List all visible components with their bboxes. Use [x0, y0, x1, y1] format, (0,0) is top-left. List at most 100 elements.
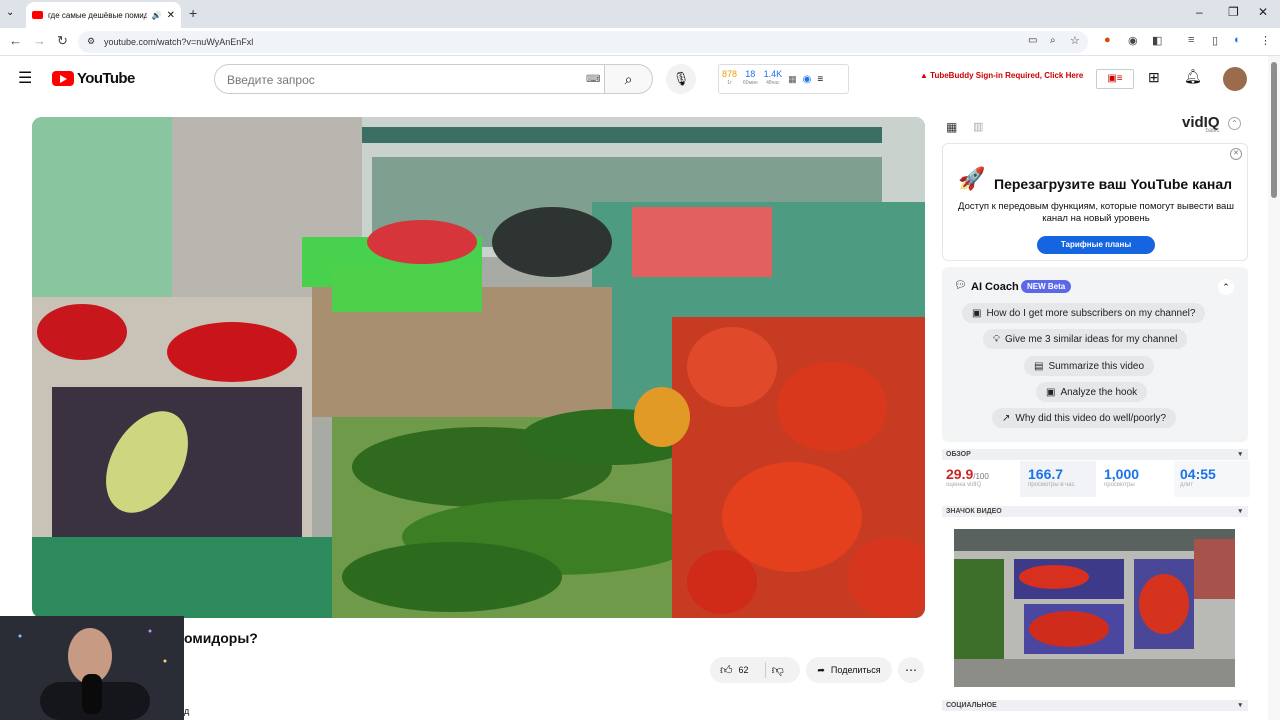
vidiq-logo: vidIQ basic [1182, 114, 1220, 134]
ai-coach-card: 💬︎ AI Coach NEW Beta ⌃ ▣ How do I get mor… [942, 267, 1248, 442]
minimize-icon[interactable]: – [1196, 5, 1203, 19]
profile-icon[interactable]: ◐ [1234, 34, 1241, 46]
keyboard-icon[interactable]: ⌨ [586, 74, 600, 85]
site-info-icon[interactable]: ⚙ [87, 36, 95, 47]
youtube-logo[interactable]: YouTube [52, 70, 135, 87]
list-menu-icon[interactable]: ≡ [817, 74, 823, 85]
zoom-icon[interactable]: ⌕ [1050, 35, 1056, 46]
metric-views-per-hour: 166.7 просмотры в час [1020, 461, 1096, 497]
tubebuddy-notice-text: TubeBuddy Sign-in Required, Click Here [930, 71, 1084, 80]
cast-icon[interactable]: ▭ [1028, 35, 1037, 46]
rocket-icon: 🚀 [958, 166, 986, 191]
stat-48h: 1.4K 48час [763, 69, 783, 87]
audio-icon[interactable]: 🔊 [152, 11, 162, 20]
description-fragment: д [184, 706, 190, 716]
tab-search-icon[interactable]: ⌄ [6, 7, 14, 18]
chrome-menu-icon[interactable]: ⋮ [1260, 34, 1271, 47]
extension-flame-icon[interactable]: ● [1104, 34, 1111, 46]
extension-stats-widget[interactable]: 878 1г 18 60мин 1.4K 48час ▦ ◉ ≡ [718, 64, 849, 94]
metric-views: 1,000 просмотры [1104, 466, 1140, 488]
omnibox[interactable]: ⚙ youtube.com/watch?v=nuWyAnEnFxl ▭ ⌕ ☆ [78, 31, 1088, 53]
search-icon: ⌕ [624, 71, 633, 87]
tab-title: где самые дешёвые помидоры [48, 10, 147, 20]
browser-tab[interactable]: где самые дешёвые помидоры 🔊 ✕ [26, 2, 181, 28]
coach-prompt-ideas[interactable]: 💡︎ Give me 3 similar ideas for my channel [983, 329, 1188, 349]
video-icon: ▣ [972, 307, 982, 319]
page-scrollbar[interactable] [1268, 56, 1280, 720]
back-icon[interactable]: ← [9, 33, 22, 48]
webcam-image [0, 616, 184, 720]
youtube-header: ☰ YouTube Введите запрос ⌨ ⌕ 🎙 878 1г 18 6… [0, 56, 1268, 102]
vidiq-score: 29.9/100 оценка vidIQ [946, 461, 1022, 497]
coach-prompt-hook[interactable]: ▣ Analyze the hook [1036, 382, 1148, 402]
coach-prompt-summarize[interactable]: ▤ Summarize this video [1024, 356, 1155, 376]
promo-title: Перезагрузите ваш YouTube канал [994, 176, 1233, 192]
play-circle-icon[interactable]: ◉ [803, 74, 812, 85]
like-dislike-group: 👍︎ 62 👎︎ [710, 657, 800, 683]
plans-button[interactable]: Тарифные планы [1037, 236, 1155, 254]
youtube-favicon-icon [32, 11, 43, 19]
coach-badge: NEW Beta [1021, 280, 1072, 293]
side-panel-icon[interactable]: ▯ [1212, 34, 1218, 47]
coach-collapse-icon[interactable]: ⌃ [1218, 279, 1234, 295]
video-thumbnail[interactable] [954, 529, 1235, 687]
voice-search-button[interactable]: 🎙 [666, 64, 696, 94]
score-label: оценка vidIQ [946, 482, 982, 488]
tubebuddy-menu-button[interactable]: ▣≡ [1096, 69, 1134, 89]
media-controls-icon[interactable]: ≡ [1188, 34, 1194, 46]
restore-icon[interactable]: ❐ [1228, 5, 1239, 19]
bulb-icon: 💡︎ [993, 333, 1000, 345]
share-button[interactable]: ➦ Поделиться [806, 657, 892, 683]
bookmark-star-icon[interactable]: ☆ [1070, 34, 1080, 47]
thumbnail-header[interactable]: ЗНАЧОК ВИДЕО ▾ [942, 506, 1248, 517]
address-toolbar: ← → ↻ ⚙ youtube.com/watch?v=nuWyAnEnFxl … [0, 28, 1280, 56]
extensions-puzzle-icon[interactable]: ◧ [1152, 34, 1162, 47]
video-frame-image [32, 117, 925, 618]
like-icon[interactable]: 👍︎ [720, 663, 733, 678]
more-actions-button[interactable]: ⋯ [898, 657, 924, 683]
score-value: 29.9 [946, 466, 974, 482]
dislike-icon[interactable]: 👎︎ [772, 663, 784, 678]
reload-icon[interactable]: ↻ [57, 33, 68, 49]
search-input[interactable]: Введите запрос [214, 64, 605, 94]
new-tab-icon[interactable]: + [189, 5, 197, 21]
collapse-panel-icon[interactable]: ⌃ [1228, 117, 1241, 130]
stats-view-icon[interactable]: ▥ [973, 120, 983, 133]
chart-icon[interactable]: ▦ [788, 74, 797, 85]
tubebuddy-signin-link[interactable]: ▲ TubeBuddy Sign-in Required, Click Here [920, 71, 1083, 80]
coach-prompt-performance[interactable]: ↗ Why did this video do well/poorly? [992, 408, 1177, 428]
warning-icon: ▲ [920, 71, 928, 80]
tab-close-icon[interactable]: ✕ [167, 10, 175, 21]
create-video-icon[interactable]: ⊞ [1148, 69, 1160, 86]
close-window-icon[interactable]: ✕ [1258, 5, 1268, 19]
document-icon: ▤ [1034, 360, 1044, 372]
avatar[interactable] [1223, 67, 1247, 91]
share-icon: ➦ [817, 664, 825, 675]
extension-globe-icon[interactable]: ◉ [1128, 34, 1138, 47]
guide-menu-icon[interactable]: ☰ [18, 68, 32, 88]
logo-text: YouTube [77, 70, 135, 87]
vidiq-panel: ▦ ▥ vidIQ basic ⌃ ✕ 🚀 Перезагрузите ваш … [942, 112, 1250, 720]
forward-icon[interactable]: → [33, 33, 46, 48]
social-header[interactable]: СОЦИАЛЬНОЕ ▾ [942, 700, 1248, 711]
search-button[interactable]: ⌕ [605, 64, 653, 94]
url-text: youtube.com/watch?v=nuWyAnEnFxl [104, 37, 254, 47]
overview-header[interactable]: ОБЗОР ▾ [942, 449, 1248, 460]
microphone-icon: 🎙 [672, 71, 690, 86]
stat-1g: 878 1г [722, 69, 738, 87]
coach-title: AI Coach [971, 281, 1019, 293]
notifications-bell-icon[interactable]: 🔔︎ [1184, 68, 1202, 85]
grid-view-icon[interactable]: ▦ [946, 120, 957, 134]
like-count[interactable]: 62 [739, 665, 749, 675]
scrollbar-thumb[interactable] [1271, 62, 1277, 198]
video-player[interactable] [32, 117, 925, 618]
coach-prompt-subscribers[interactable]: ▣ How do I get more subscribers on my cha… [962, 303, 1206, 323]
promo-card: ✕ 🚀 Перезагрузите ваш YouTube канал Дост… [942, 143, 1248, 261]
promo-close-icon[interactable]: ✕ [1230, 148, 1242, 160]
more-icon: ⋯ [905, 663, 917, 677]
score-max: /100 [973, 472, 989, 481]
promo-text: Доступ к передовым функциям, которые пом… [958, 201, 1234, 224]
webcam-overlay [0, 616, 184, 720]
coach-chat-icon: 💬︎ [954, 280, 967, 291]
video-icon: ▣ [1046, 386, 1056, 398]
